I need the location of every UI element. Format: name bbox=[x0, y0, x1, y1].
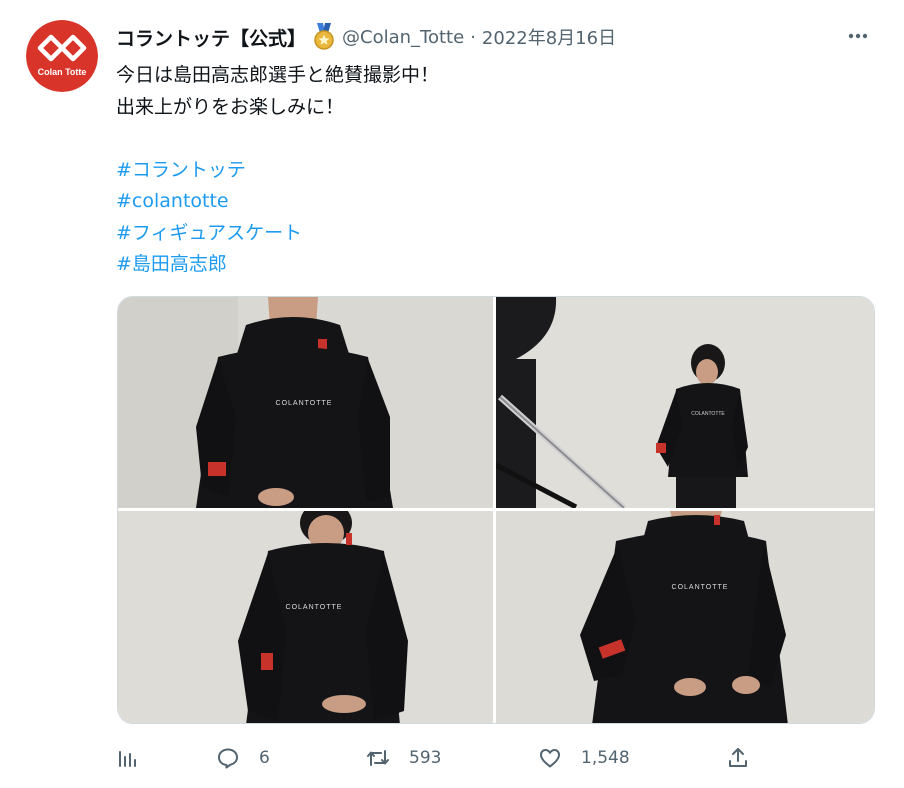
author-handle[interactable]: @Colan_Totte bbox=[342, 27, 464, 48]
reply-count: 6 bbox=[259, 748, 270, 768]
heart-icon bbox=[540, 749, 560, 768]
hashtag-link[interactable]: #フィギュアスケート bbox=[116, 218, 856, 250]
logo-text: Colan Totte bbox=[38, 67, 87, 77]
tweet-line: 今日は島田高志郎選手と絶賛撮影中！ bbox=[116, 64, 440, 86]
like-button[interactable]: 1,548 bbox=[538, 738, 630, 778]
display-name[interactable]: コラントッテ【公式】 bbox=[116, 24, 306, 51]
photo-3[interactable]: COLANTOTTE bbox=[118, 511, 493, 723]
retweet-button[interactable]: 593 bbox=[366, 738, 441, 778]
author-avatar[interactable]: Colan Totte bbox=[26, 20, 98, 92]
views-button[interactable] bbox=[116, 738, 140, 778]
hoodie-print: COLANTOTTE bbox=[672, 584, 729, 591]
tweet-text: 今日は島田高志郎選手と絶賛撮影中！ 出来上がりをお楽しみに！ #コラントッテ #… bbox=[116, 60, 856, 281]
hoodie-print: COLANTOTTE bbox=[276, 400, 333, 407]
photo-2[interactable]: COLANTOTTE bbox=[496, 297, 874, 508]
photo-1[interactable]: COLANTOTTE bbox=[118, 297, 493, 508]
gold-affiliate-badge-icon[interactable] bbox=[312, 23, 336, 51]
reply-button[interactable]: 6 bbox=[216, 738, 270, 778]
share-button[interactable] bbox=[726, 738, 750, 778]
retweet-count: 593 bbox=[409, 748, 442, 768]
like-count: 1,548 bbox=[581, 748, 630, 768]
action-bar: 6 593 1,548 bbox=[0, 738, 904, 778]
speech-bubble-icon bbox=[218, 748, 238, 769]
tweet-line: 出来上がりをお楽しみに！ bbox=[116, 95, 345, 118]
tweet-card: Colan Totte コラントッテ【公式】 @Colan_Totte · 20… bbox=[0, 0, 904, 788]
media-grid: COLANTOTTE COLANTOTTE COLANTOTTE COLANTO… bbox=[117, 296, 875, 724]
hashtag-link[interactable]: #コラントッテ bbox=[116, 155, 856, 187]
bar-chart-icon bbox=[119, 751, 136, 767]
tweet-timestamp[interactable]: 2022年8月16日 bbox=[482, 24, 616, 50]
colantotte-logo-icon: Colan Totte bbox=[26, 20, 98, 92]
hoodie-print: COLANTOTTE bbox=[286, 604, 343, 611]
photo-4[interactable]: COLANTOTTE bbox=[496, 511, 874, 723]
hashtag-link[interactable]: #島田高志郎 bbox=[116, 249, 856, 281]
hashtag-link[interactable]: #colantotte bbox=[116, 186, 856, 218]
more-options-icon[interactable] bbox=[842, 24, 874, 48]
retweet-icon bbox=[367, 750, 389, 766]
separator-dot: · bbox=[470, 26, 476, 48]
hoodie-print: COLANTOTTE bbox=[691, 411, 725, 417]
tweet-header: コラントッテ【公式】 @Colan_Totte · 2022年8月16日 bbox=[116, 22, 616, 52]
share-upload-icon bbox=[729, 748, 747, 767]
